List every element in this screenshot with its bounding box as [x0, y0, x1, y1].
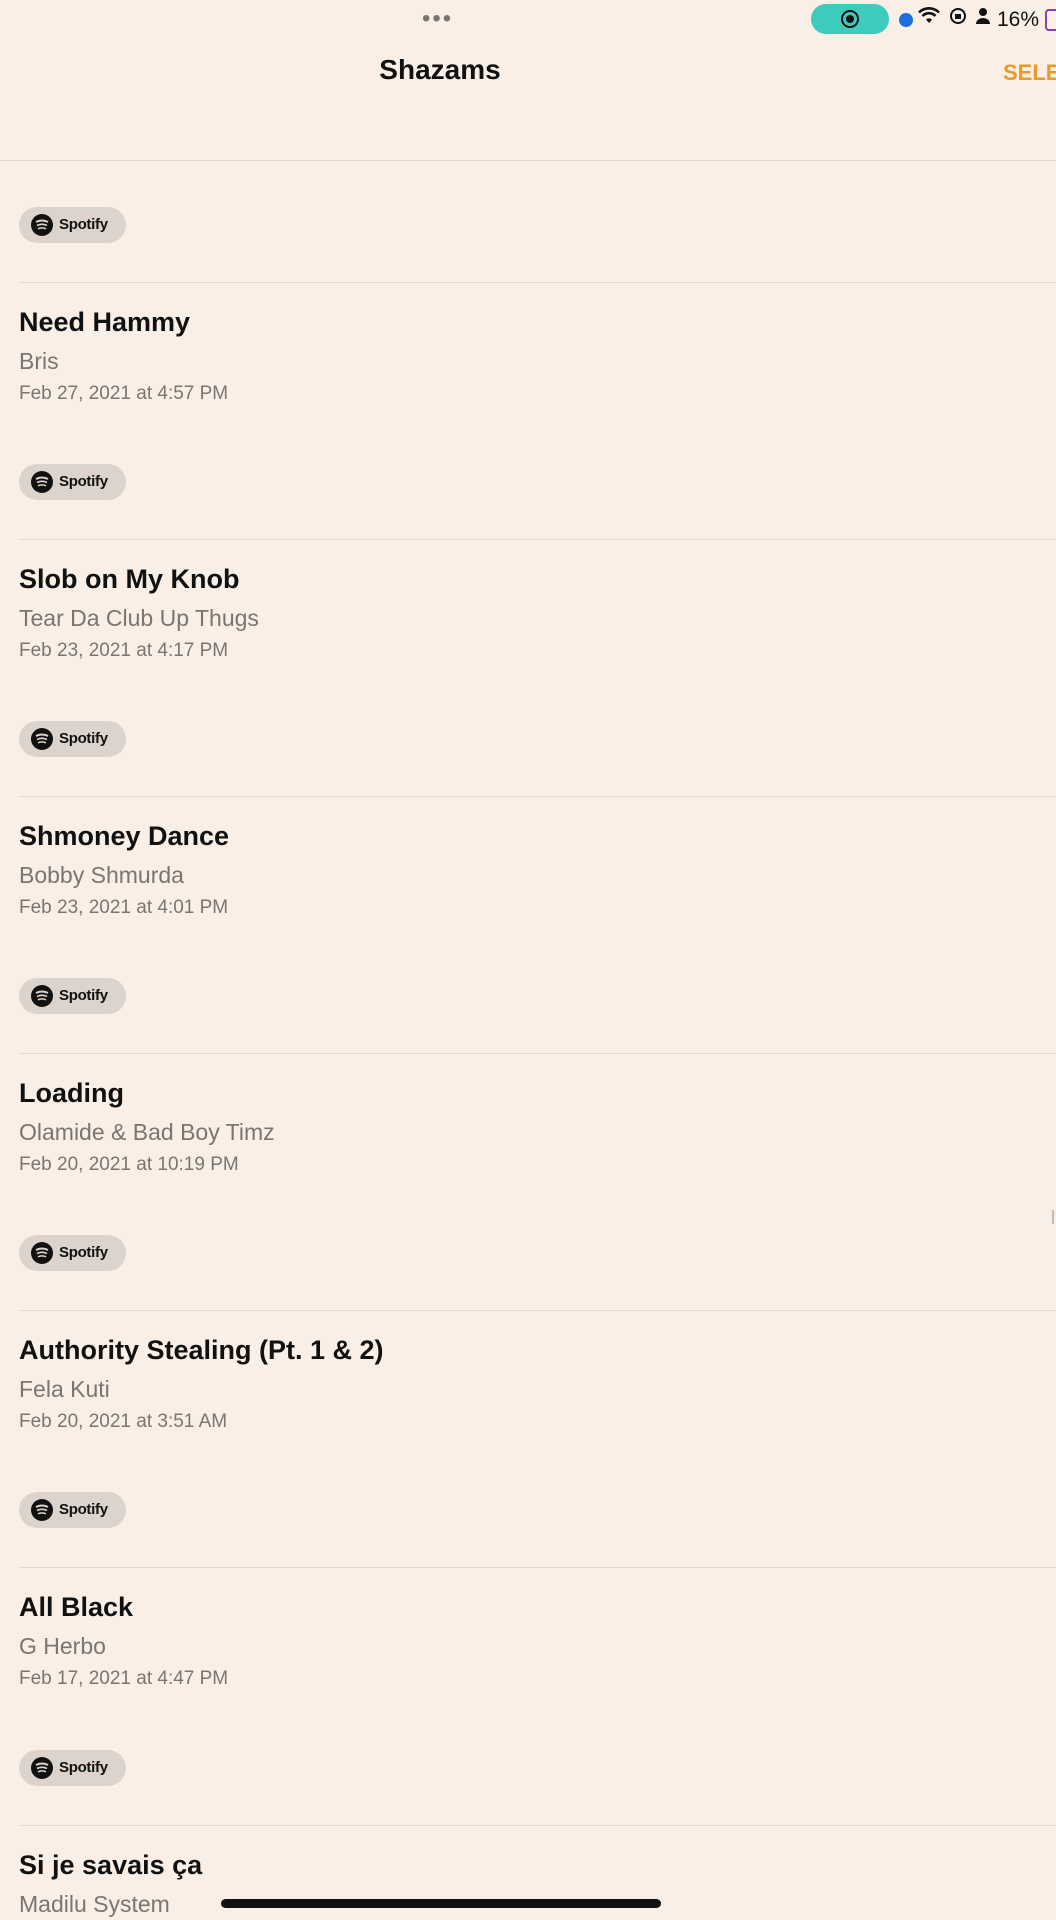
spotify-button[interactable]: Spotify	[19, 721, 126, 757]
song-title[interactable]: Loading	[19, 1078, 124, 1109]
spotify-label: Spotify	[59, 730, 108, 747]
spotify-icon	[31, 1499, 53, 1521]
song-title[interactable]: Slob on My Knob	[19, 564, 239, 595]
list-divider	[19, 539, 1056, 540]
spotify-icon	[31, 728, 53, 750]
spotify-button[interactable]: Spotify	[19, 1235, 126, 1271]
spotify-icon	[31, 985, 53, 1007]
song-date: Feb 20, 2021 at 3:51 AM	[19, 1411, 228, 1432]
status-bar: ••• 16%	[0, 0, 1056, 40]
spotify-label: Spotify	[59, 1501, 108, 1518]
list-divider	[19, 1567, 1056, 1568]
spotify-label: Spotify	[59, 473, 108, 490]
song-artist: Fela Kuti	[19, 1376, 110, 1402]
spotify-button[interactable]: Spotify	[19, 207, 126, 243]
spotify-icon	[31, 1242, 53, 1264]
location-indicator-icon	[899, 13, 913, 27]
song-date: Feb 20, 2021 at 10:19 PM	[19, 1154, 239, 1175]
status-icons	[918, 6, 994, 32]
song-title[interactable]: Authority Stealing (Pt. 1 & 2)	[19, 1335, 384, 1366]
song-artist: Olamide & Bad Boy Timz	[19, 1119, 275, 1145]
battery-percentage: 16%	[997, 8, 1040, 31]
list-divider	[19, 1053, 1056, 1054]
spotify-label: Spotify	[59, 1759, 108, 1776]
screen-recording-indicator[interactable]	[811, 4, 889, 34]
song-date: Feb 23, 2021 at 4:01 PM	[19, 897, 229, 918]
list-divider	[19, 282, 1056, 283]
song-date: Feb 17, 2021 at 4:47 PM	[19, 1668, 229, 1689]
person-icon	[975, 8, 991, 30]
spotify-button[interactable]: Spotify	[19, 978, 126, 1014]
spotify-button[interactable]: Spotify	[19, 1750, 126, 1786]
page-title: Shazams	[379, 54, 501, 85]
song-artist: Madilu System	[19, 1891, 170, 1917]
home-indicator[interactable]	[221, 1899, 661, 1908]
spotify-icon	[31, 1757, 53, 1779]
song-title[interactable]: Need Hammy	[19, 307, 190, 338]
song-date: Feb 23, 2021 at 4:17 PM	[19, 640, 229, 661]
spotify-label: Spotify	[59, 1244, 108, 1261]
scroll-indicator	[1052, 1210, 1054, 1224]
battery-icon	[1045, 9, 1056, 31]
list-divider	[19, 1310, 1056, 1311]
song-title[interactable]: Shmoney Dance	[19, 821, 229, 852]
song-title[interactable]: All Black	[19, 1592, 133, 1623]
list-divider	[19, 1825, 1056, 1826]
spotify-label: Spotify	[59, 216, 108, 233]
wifi-icon	[918, 7, 946, 30]
spotify-icon	[31, 214, 53, 236]
rotation-lock-icon	[949, 8, 973, 30]
spotify-button[interactable]: Spotify	[19, 1492, 126, 1528]
select-button[interactable]: SELE	[1003, 60, 1056, 86]
song-date: Feb 27, 2021 at 4:57 PM	[19, 383, 229, 404]
spotify-label: Spotify	[59, 987, 108, 1004]
list-divider	[19, 796, 1056, 797]
spotify-icon	[31, 471, 53, 493]
song-artist: G Herbo	[19, 1633, 106, 1659]
header-divider	[0, 160, 1056, 161]
multitasking-dots[interactable]: •••	[422, 7, 453, 31]
spotify-button[interactable]: Spotify	[19, 464, 126, 500]
song-artist: Bobby Shmurda	[19, 862, 184, 888]
record-icon	[841, 10, 859, 28]
song-artist: Tear Da Club Up Thugs	[19, 605, 259, 631]
song-artist: Bris	[19, 348, 59, 374]
song-title[interactable]: Si je savais ça	[19, 1850, 202, 1881]
